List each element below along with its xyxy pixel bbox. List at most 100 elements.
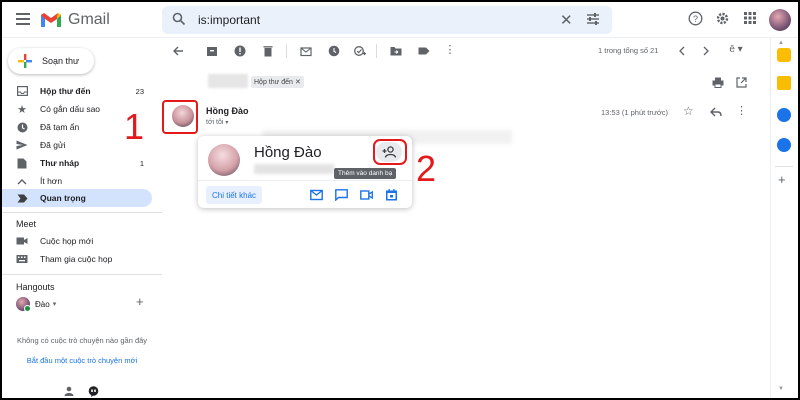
annotation-box-2 [373, 139, 407, 165]
side-panel: + [770, 38, 798, 398]
sidebar-item-label: Thư nháp [40, 158, 80, 168]
snooze-clock-icon[interactable] [328, 45, 340, 57]
chevron-down-icon[interactable]: ▾ [225, 120, 228, 126]
recipient-text: tới tôi [206, 119, 224, 126]
start-new-chat-link[interactable]: Bắt đầu một cuộc trò chuyện mới [12, 356, 152, 365]
gmail-window: Gmail is:important ✕ ? Soạn thư Hộp thư … [2, 2, 798, 398]
sidebar-item-label: Quan trọng [40, 193, 86, 203]
video-call-icon[interactable] [360, 189, 373, 201]
search-icon[interactable] [172, 12, 186, 26]
keep-notes-icon[interactable] [777, 76, 791, 90]
svg-text:?: ? [693, 14, 698, 24]
tasks-icon[interactable] [777, 108, 791, 122]
hangouts-section-title: Hangouts [16, 282, 55, 292]
contact-name: Hồng Đào [254, 144, 322, 161]
star-icon: ★ [17, 103, 27, 116]
search-bar[interactable]: is:important ✕ [162, 6, 612, 34]
search-input[interactable]: is:important [198, 13, 260, 27]
mark-unread-icon[interactable] [300, 45, 312, 57]
side-panel-divider [775, 166, 793, 167]
chevron-right-icon[interactable] [700, 45, 712, 57]
open-in-new-window-icon[interactable] [736, 77, 747, 88]
top-bar: Gmail is:important ✕ ? [2, 2, 798, 38]
clear-search-icon[interactable]: ✕ [560, 11, 573, 29]
sidebar-item-inbox[interactable]: Hộp thư đến 23 [2, 82, 152, 100]
more-details-button[interactable]: Chi tiết khác [206, 186, 263, 204]
chat-bubble-icon[interactable] [88, 386, 99, 397]
hangouts-user[interactable]: Đào ▾ [16, 297, 57, 312]
calendar-app-icon[interactable] [777, 48, 791, 62]
print-icon[interactable] [712, 77, 724, 88]
compose-button[interactable]: Soạn thư [8, 48, 94, 74]
inbox-label-chip[interactable]: Hộp thư đến ✕ [251, 76, 304, 88]
meet-item-label: Cuộc họp mới [40, 236, 94, 246]
help-icon[interactable]: ? [688, 11, 703, 26]
compose-plus-icon [18, 54, 32, 68]
annotation-step-2: 2 [416, 148, 437, 189]
meet-section-title: Meet [16, 219, 37, 229]
account-avatar[interactable] [769, 9, 791, 31]
more-message-options-icon[interactable]: ⋮ [736, 104, 747, 117]
sidebar-item-important[interactable]: Quan trọng [2, 189, 152, 207]
no-recent-chats-text: Không có cuộc trò chuyện nào gần đây [16, 336, 148, 345]
unread-count: 23 [135, 86, 144, 96]
sidebar-item-drafts[interactable]: Thư nháp 1 [2, 154, 152, 172]
important-marker-icon [16, 192, 28, 204]
input-tools-icon[interactable]: ē ▾ [724, 43, 748, 55]
star-icon[interactable]: ☆ [683, 104, 694, 118]
move-to-folder-icon[interactable] [390, 45, 402, 57]
apps-grid-icon[interactable] [743, 11, 757, 25]
scroll-up-arrow-icon[interactable]: ▲ [778, 40, 784, 46]
new-conversation-plus-icon[interactable]: + [136, 294, 144, 309]
keyboard-icon [16, 255, 28, 263]
pagination-text: 1 trong tổng số 21 [598, 46, 659, 55]
search-options-icon[interactable] [586, 13, 600, 25]
video-camera-icon [16, 237, 28, 245]
more-options-icon[interactable]: ⋮ [444, 43, 456, 56]
calendar-icon[interactable] [385, 189, 398, 201]
label-chip-text: Hộp thư đến [254, 78, 293, 86]
message-toolbar: ⋮ 1 trong tổng số 21 ē ▾ [162, 40, 762, 62]
sidebar-item-label: Ít hơn [40, 176, 63, 186]
report-spam-icon[interactable] [234, 45, 246, 57]
gmail-m-icon [41, 13, 61, 27]
meet-new-meeting[interactable]: Cuộc họp mới [2, 233, 93, 249]
person-icon[interactable] [64, 386, 74, 396]
recipient-to-me[interactable]: tới tôi ▾ [206, 119, 228, 126]
add-to-tasks-icon[interactable] [354, 45, 366, 57]
scroll-down-arrow-icon[interactable]: ▼ [778, 386, 784, 392]
contacts-icon[interactable] [777, 138, 791, 152]
archive-icon[interactable] [206, 45, 218, 57]
hover-card-footer: Chi tiết khác [198, 180, 412, 208]
label-tag-icon[interactable] [418, 45, 430, 57]
main-menu-icon[interactable] [16, 13, 30, 25]
back-arrow-icon[interactable] [172, 45, 184, 57]
draft-icon [16, 157, 28, 169]
sender-name[interactable]: Hồng Đào [206, 106, 249, 116]
remove-label-icon[interactable]: ✕ [295, 78, 301, 86]
email-icon[interactable] [310, 189, 323, 201]
message-time: 13:53 (1 phút trước) [601, 108, 669, 117]
delete-trash-icon[interactable] [262, 45, 274, 57]
annotation-step-1: 1 [124, 106, 145, 147]
blurred-contact-email [254, 164, 334, 174]
clock-icon [16, 121, 28, 133]
blurred-subject [208, 74, 248, 88]
reply-icon[interactable] [710, 107, 722, 117]
gmail-logo[interactable]: Gmail [40, 9, 110, 31]
chat-icon[interactable] [335, 189, 348, 201]
chevron-down-icon[interactable]: ▾ [53, 300, 57, 308]
add-to-contacts-tooltip: Thêm vào danh bạ [334, 168, 397, 179]
sidebar-bottom-tabs [2, 384, 162, 398]
hangouts-user-name: Đào [35, 299, 50, 309]
settings-gear-icon[interactable] [715, 11, 730, 26]
sidebar-item-less[interactable]: Ít hơn [2, 172, 152, 190]
send-icon [16, 139, 28, 151]
get-addons-plus-icon[interactable]: + [778, 172, 786, 187]
meet-join-meeting[interactable]: Tham gia cuộc họp [2, 251, 112, 267]
inbox-icon [16, 85, 28, 97]
contact-avatar [208, 144, 240, 176]
chevron-left-icon[interactable] [676, 45, 688, 57]
draft-count: 1 [139, 158, 144, 168]
hangouts-avatar [16, 297, 31, 312]
